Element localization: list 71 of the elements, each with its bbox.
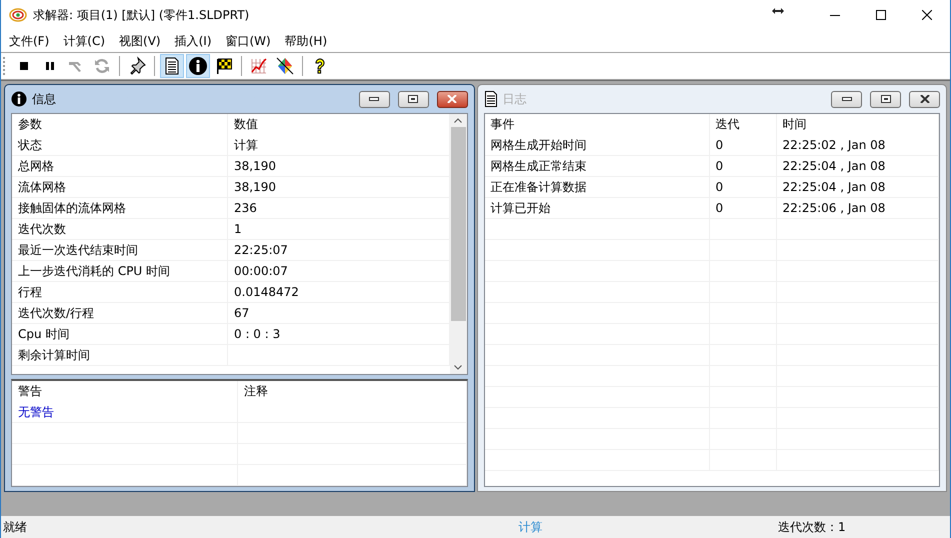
table-cell: 行程 xyxy=(12,282,228,302)
menu-item[interactable]: 视图(V) xyxy=(113,31,167,51)
status-text: 就绪 xyxy=(2,518,28,536)
status-text: 迭代次数：1 xyxy=(777,518,847,536)
prism-icon xyxy=(275,56,295,76)
scrollbar[interactable] xyxy=(450,114,466,374)
table-cell: 0 xyxy=(710,177,776,197)
info-icon xyxy=(11,91,27,107)
menu-item[interactable]: 帮助(H) xyxy=(278,31,334,51)
table-cell: Cpu 时间 xyxy=(12,324,228,344)
table-cell: 网格生成正常结束 xyxy=(484,156,710,176)
table-cell: 流体网格 xyxy=(12,177,228,197)
table-cell: 正在准备计算数据 xyxy=(484,177,710,197)
resize-cursor-icon xyxy=(772,8,784,14)
menu-item[interactable]: 文件(F) xyxy=(3,31,56,51)
minimize-icon xyxy=(842,96,852,102)
refresh-icon xyxy=(92,56,112,76)
minimize-button[interactable] xyxy=(831,90,862,108)
table-cell: 总网格 xyxy=(12,156,228,176)
table-cell: 迭代次数/行程 xyxy=(12,303,228,323)
column-header[interactable]: 参数 xyxy=(12,114,228,135)
scrollbar-thumb[interactable] xyxy=(450,127,466,321)
table-cell: 22:25:02 , Jan 08 xyxy=(776,135,939,155)
table-cell: 无警告 xyxy=(12,402,238,422)
table-cell: 最近一次迭代结束时间 xyxy=(12,240,228,260)
menu-item[interactable]: 窗口(W) xyxy=(220,31,277,51)
table-cell: 上一步迭代消耗的 CPU 时间 xyxy=(12,261,228,281)
close-icon xyxy=(920,95,930,103)
table-cell: 22:25:06 , Jan 08 xyxy=(776,198,939,218)
panel-title: 信息 xyxy=(32,90,56,108)
window-title: 求解器: 项目(1) [默认] (零件1.SLDPRT) xyxy=(33,6,250,24)
column-header[interactable]: 时间 xyxy=(776,114,939,135)
table-cell: 网格生成开始时间 xyxy=(484,135,710,155)
info-icon xyxy=(188,56,208,76)
restore-icon xyxy=(408,95,418,103)
restore-button[interactable] xyxy=(398,90,428,108)
table-cell: 状态 xyxy=(12,135,228,155)
maximize-icon xyxy=(876,10,886,20)
info-toolbar-button[interactable] xyxy=(186,54,210,78)
chart-icon xyxy=(249,56,269,76)
table-cell: 接触固体的流体网格 xyxy=(12,198,228,218)
flag-icon xyxy=(214,56,234,76)
close-button[interactable] xyxy=(436,90,468,108)
minimize-icon xyxy=(369,96,379,102)
table-cell: 22:25:04 , Jan 08 xyxy=(776,177,939,197)
minimize-button[interactable] xyxy=(358,90,390,108)
close-icon xyxy=(447,95,457,103)
table-cell: 计算已开始 xyxy=(484,198,710,218)
close-icon xyxy=(922,10,932,20)
close-button[interactable] xyxy=(909,90,940,108)
document-toolbar-button[interactable] xyxy=(160,54,184,78)
menu-item[interactable]: 插入(I) xyxy=(168,31,218,51)
table-cell: 0 xyxy=(710,156,776,176)
column-header[interactable]: 事件 xyxy=(484,114,710,135)
scroll-down-icon[interactable] xyxy=(454,365,462,370)
app-logo-icon xyxy=(9,8,27,22)
status-text: 计算 xyxy=(518,518,544,536)
table-cell: 22:25:04 , Jan 08 xyxy=(776,156,939,176)
table-cell: 迭代次数 xyxy=(12,219,228,239)
restore-button[interactable] xyxy=(870,90,901,108)
restore-icon xyxy=(880,95,890,103)
menu-item[interactable]: 计算(C) xyxy=(57,31,112,51)
column-header[interactable]: 警告 xyxy=(12,381,238,402)
column-header[interactable]: 注释 xyxy=(238,381,466,402)
table-cell: 0 xyxy=(710,198,776,218)
panel-title: 日志 xyxy=(502,90,526,108)
table-cell: 剩余计算时间 xyxy=(12,345,228,365)
column-header[interactable]: 迭代 xyxy=(710,114,776,135)
scroll-up-icon[interactable] xyxy=(454,118,462,123)
document-icon xyxy=(484,91,498,107)
table-cell: 0 xyxy=(710,135,776,155)
